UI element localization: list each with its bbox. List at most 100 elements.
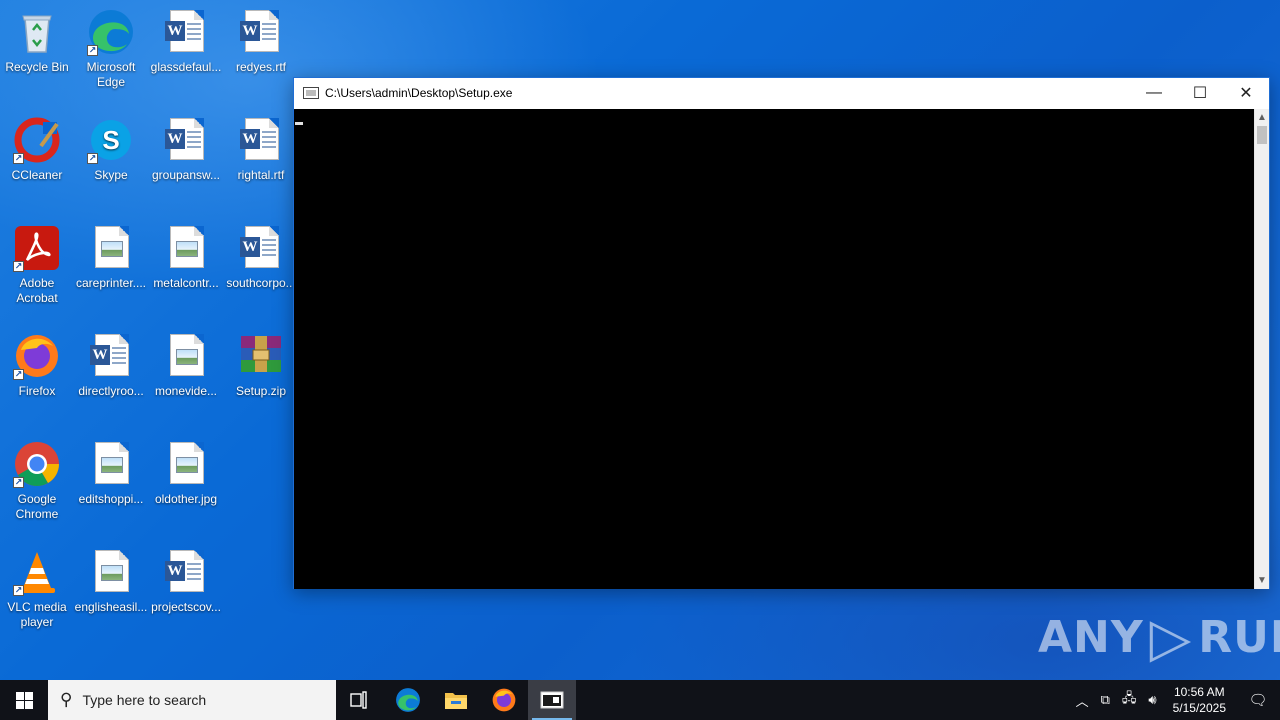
firefox-icon [492, 688, 516, 712]
taskbar-file-explorer-button[interactable] [432, 680, 480, 720]
desktop-icon-label: Google Chrome [15, 492, 59, 521]
word-doc-icon: W [237, 8, 285, 56]
minimize-button[interactable]: — [1131, 78, 1177, 108]
start-button[interactable] [0, 680, 48, 720]
desktop-icon-microsoft-edge[interactable]: ↗ Microsoft Edge [74, 8, 148, 90]
folder-icon [445, 693, 467, 709]
image-file-icon [162, 224, 210, 272]
chrome-icon: ↗ [13, 440, 61, 488]
desktop-icon-label: oldother.jpg [154, 492, 218, 506]
ccleaner-icon: ↗ [13, 116, 61, 164]
acrobat-icon: ↗ [13, 224, 61, 272]
task-view-button[interactable] [336, 680, 384, 720]
edge-icon: ↗ [87, 8, 135, 56]
system-tray: ︿ ⧉ 🖧 🔊︎ 10:56 AM 5/15/2025 🗨︎ [1070, 680, 1280, 720]
desktop-icon-file[interactable]: metalcontr... [149, 224, 223, 291]
desktop-icon-label: metalcontr... [153, 276, 219, 290]
desktop-icon-firefox[interactable]: ↗ Firefox [0, 332, 74, 399]
desktop-icon-file[interactable]: editshoppi... [74, 440, 148, 507]
desktop-icon-label: Adobe Acrobat [16, 276, 58, 305]
desktop-icon-file[interactable]: W groupansw... [149, 116, 223, 183]
desktop-icon-adobe-acrobat[interactable]: ↗ Adobe Acrobat [0, 224, 74, 306]
scroll-down-arrow-icon[interactable]: ▼ [1255, 572, 1269, 589]
desktop-icon-label: CCleaner [11, 168, 63, 182]
desktop-icon-label: Recycle Bin [5, 60, 69, 74]
maximize-button[interactable]: ☐ [1177, 78, 1223, 108]
console-output-area[interactable] [294, 109, 1255, 589]
console-window[interactable]: C:\Users\admin\Desktop\Setup.exe — ☐ ✕ ▲… [293, 77, 1270, 589]
desktop-icon-google-chrome[interactable]: ↗ Google Chrome [0, 440, 74, 522]
desktop-icon-ccleaner[interactable]: ↗ CCleaner [0, 116, 74, 183]
watermark-text-left: ANY [1038, 612, 1144, 663]
word-doc-icon: W [87, 332, 135, 380]
notification-center-button[interactable]: 🗨︎ [1236, 680, 1280, 720]
desktop-icon-label: Setup.zip [235, 384, 287, 398]
search-icon: ⚲ [60, 690, 73, 709]
winrar-archive-icon [237, 332, 285, 380]
word-doc-icon: W [162, 116, 210, 164]
play-logo-icon: ▷ [1149, 605, 1193, 669]
image-file-icon [162, 332, 210, 380]
word-doc-icon: W [237, 224, 285, 272]
edge-icon [396, 688, 420, 712]
desktop-icon-label: glassdefaul... [150, 60, 222, 74]
windows-logo-icon [15, 691, 33, 709]
window-titlebar[interactable]: C:\Users\admin\Desktop\Setup.exe — ☐ ✕ [294, 78, 1269, 108]
close-button[interactable]: ✕ [1223, 78, 1269, 108]
desktop-icon-label: Skype [94, 168, 128, 182]
taskbar-firefox-button[interactable] [480, 680, 528, 720]
desktop-icon-file[interactable]: W redyes.rtf [224, 8, 298, 75]
desktop-icon-file[interactable]: W rightal.rtf [224, 116, 298, 183]
word-doc-icon: W [237, 116, 285, 164]
console-app-icon [540, 691, 564, 709]
desktop-icon-label: monevide... [154, 384, 218, 398]
desktop-icon-recycle-bin[interactable]: Recycle Bin [0, 8, 74, 75]
image-file-icon [87, 224, 135, 272]
recycle-bin-icon [13, 8, 61, 56]
desktop-icon-skype[interactable]: S ↗ Skype [74, 116, 148, 183]
desktop-icon-label: groupansw... [151, 168, 221, 182]
word-doc-icon: W [162, 548, 210, 596]
taskbar: ⚲ Type here to search ︿ ⧉ 🖧 🔊︎ 10:56 AM … [0, 680, 1280, 720]
desktop-icon-file[interactable]: monevide... [149, 332, 223, 399]
desktop-icon-setup-zip[interactable]: Setup.zip [224, 332, 298, 399]
clock-date: 5/15/2025 [1172, 701, 1226, 715]
desktop-icon-file[interactable]: W southcorpo... [224, 224, 298, 291]
desktop-icon-label: Microsoft Edge [86, 60, 136, 89]
taskbar-edge-button[interactable] [384, 680, 432, 720]
desktop-icon-label: englisheasil... [74, 600, 148, 614]
scrollbar-thumb[interactable] [1257, 126, 1267, 144]
desktop-icon-label: careprinter.... [75, 276, 147, 290]
notification-icon: 🗨︎ [1248, 692, 1268, 709]
taskbar-search-box[interactable]: ⚲ Type here to search [48, 680, 336, 720]
taskbar-console-button[interactable] [528, 680, 576, 720]
desktop-icon-file[interactable]: englisheasil... [74, 548, 148, 615]
desktop-icon-file[interactable]: oldother.jpg [149, 440, 223, 507]
firefox-icon: ↗ [13, 332, 61, 380]
desktop-icon-file[interactable]: W projectscov... [149, 548, 223, 615]
watermark-text-right: RUN [1198, 612, 1280, 663]
volume-icon[interactable]: 🔊︎ [1142, 692, 1162, 708]
desktop-icon-label: editshoppi... [78, 492, 144, 506]
svg-text:S: S [102, 125, 119, 155]
vertical-scrollbar[interactable]: ▲ ▼ [1254, 109, 1269, 589]
image-file-icon [87, 548, 135, 596]
search-placeholder: Type here to search [82, 692, 207, 708]
scroll-up-arrow-icon[interactable]: ▲ [1255, 109, 1269, 126]
desktop-icon-label: redyes.rtf [235, 60, 286, 74]
desktop-icon-file[interactable]: W directlyroo... [74, 332, 148, 399]
desktop-icon-vlc[interactable]: ↗ VLC media player [0, 548, 74, 630]
console-app-icon [303, 87, 319, 99]
network-icon[interactable]: 🖧 [1116, 689, 1143, 711]
device-icon[interactable]: ⧉ [1095, 692, 1116, 708]
desktop-icon-file[interactable]: careprinter.... [74, 224, 148, 291]
desktop-icon-label: southcorpo... [226, 276, 296, 290]
desktop-icon-file[interactable]: W glassdefaul... [149, 8, 223, 75]
image-file-icon [162, 440, 210, 488]
desktop-icon-label: directlyroo... [78, 384, 144, 398]
task-view-icon [350, 691, 367, 709]
vlc-icon: ↗ [13, 548, 61, 596]
taskbar-clock[interactable]: 10:56 AM 5/15/2025 [1163, 684, 1236, 716]
show-hidden-icons-chevron-icon[interactable]: ︿ [1070, 691, 1095, 710]
text-cursor [295, 122, 303, 125]
